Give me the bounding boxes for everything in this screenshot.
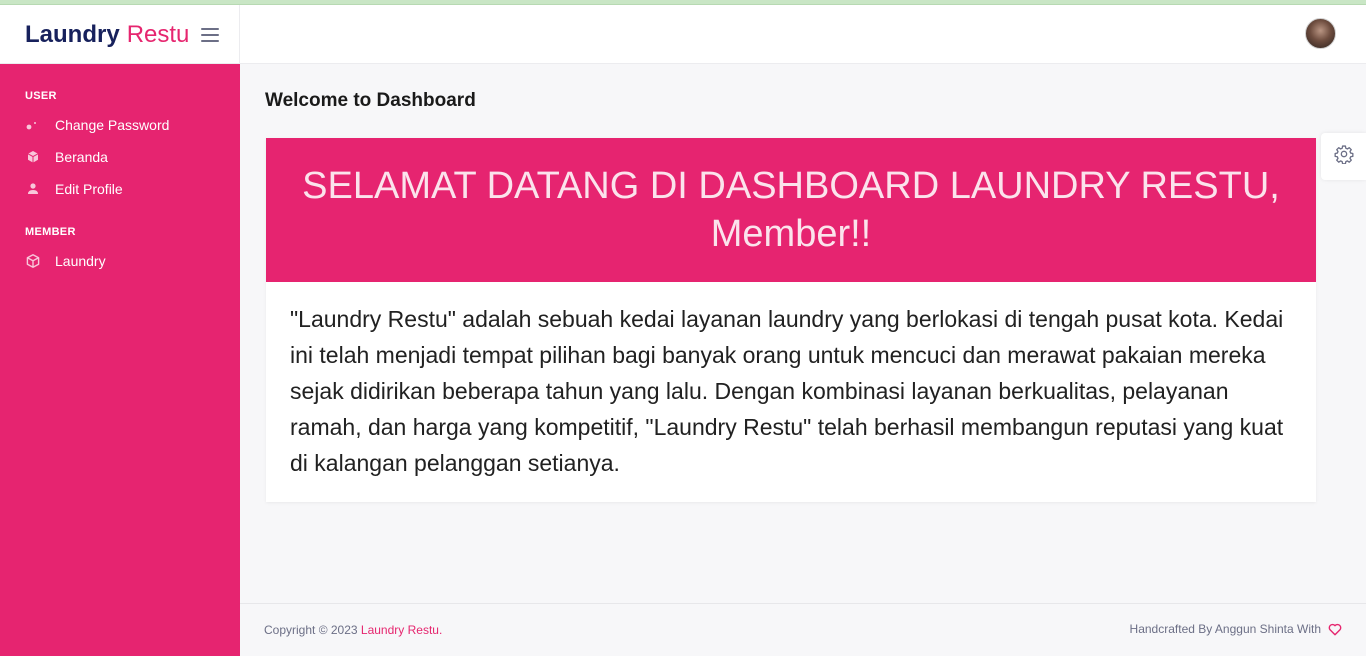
footer: Copyright © 2023 Laundry Restu. Handcraf… [240,603,1366,656]
sidebar-item-change-password[interactable]: Change Password [25,117,169,133]
welcome-banner: SELAMAT DATANG DI DASHBOARD LAUNDRY REST… [266,138,1316,282]
welcome-card: SELAMAT DATANG DI DASHBOARD LAUNDRY REST… [266,138,1316,502]
page-title: Welcome to Dashboard [265,90,476,111]
credit-text: Handcrafted By Anggun Shinta With [1129,622,1321,636]
sidebar-section-member: MEMBER [25,226,76,238]
settings-toggle[interactable] [1321,133,1366,180]
sidebar-item-beranda[interactable]: Beranda [25,149,108,165]
brand-name[interactable]: Laundry [25,21,120,49]
copyright: Copyright © 2023 Laundry Restu. [264,623,442,637]
sidebar: USER Change Password Beranda Edit Profil… [0,64,240,656]
description-text: "Laundry Restu" adalah sebuah kedai laya… [290,306,1284,476]
gear-icon [1334,144,1354,169]
user-avatar[interactable] [1305,18,1336,49]
top-navbar: Laundry Restu [0,5,1366,64]
heart-icon [1328,623,1342,636]
user-icon [25,181,41,197]
sidebar-item-label: Edit Profile [55,181,123,197]
brand: Laundry Restu [0,5,240,64]
sidebar-item-label: Beranda [55,149,108,165]
sidebar-item-label: Change Password [55,117,170,133]
brand-suffix[interactable]: Restu [127,21,190,49]
sidebar-item-label: Laundry [55,253,106,269]
copyright-text: Copyright © 2023 [264,623,358,637]
dots-icon [25,117,41,133]
sidebar-section-user: USER [25,90,57,102]
sidebar-item-laundry[interactable]: Laundry [25,253,106,269]
credit: Handcrafted By Anggun Shinta With [1130,622,1342,636]
menu-toggle-icon[interactable] [201,27,220,42]
banner-title: SELAMAT DATANG DI DASHBOARD LAUNDRY REST… [302,165,1280,255]
sidebar-item-edit-profile[interactable]: Edit Profile [25,181,123,197]
cube-icon [25,149,41,165]
copyright-brand-link[interactable]: Laundry Restu. [361,623,442,637]
box-icon [25,253,41,269]
